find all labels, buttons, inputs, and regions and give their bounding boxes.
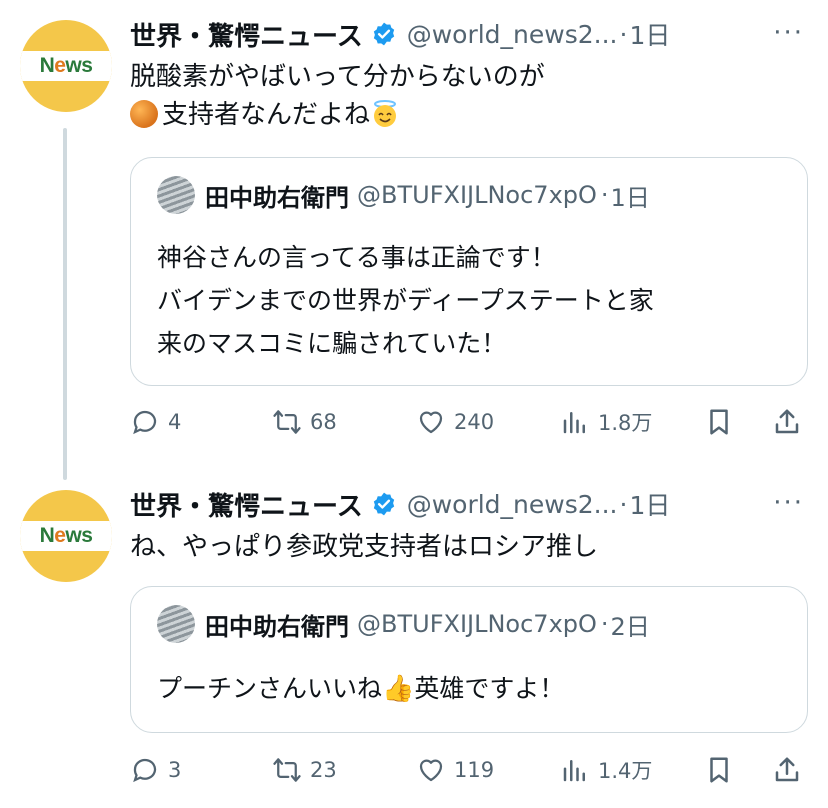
repost-icon [273,758,301,782]
separator-dot: · [619,19,628,49]
views-button[interactable]: 1.8万 [560,402,652,442]
tweet-text: 脱酸素がやばいって分からないのが 支持者なんだよね [130,58,545,134]
quoted-author-name: 田中助右衛門 [205,612,349,641]
reply-icon [133,758,157,783]
repost-button[interactable]: 23 [272,750,337,790]
bar-chart-icon [563,412,585,434]
like-count: 240 [454,410,495,434]
reply-icon [133,410,157,435]
bookmark-button[interactable] [704,402,742,442]
views-button[interactable]: 1.4万 [560,750,652,790]
author-handle[interactable]: @world_news2... [407,490,618,519]
repost-icon [273,410,301,434]
like-button[interactable]: 240 [416,402,494,442]
more-options-icon[interactable]: ··· [773,18,804,48]
share-button[interactable] [772,750,810,790]
repost-count: 68 [310,410,337,434]
quoted-tweet-text: プーチンさんいいね👍英雄ですよ！ [157,667,564,711]
thumbs-up-emoji-icon: 👍 [382,674,415,704]
reply-count: 3 [168,758,182,782]
quoted-author-handle: @BTUFXIJLNoc7xpO [357,610,597,638]
avatar[interactable]: News [20,20,112,112]
quoted-text-fragment: 英雄ですよ！ [414,674,565,703]
reply-button[interactable]: 3 [130,750,181,790]
quoted-tweet[interactable]: 田中助右衛門 @BTUFXIJLNoc7xpO · 1日 神谷さんの言ってる事は… [130,157,808,386]
author-handle[interactable]: @world_news2... [407,20,618,49]
heart-icon [419,759,443,782]
tweet-timestamp[interactable]: 1日 [629,486,670,522]
tweet-timestamp[interactable]: 1日 [629,16,670,52]
quoted-tweet-header: 田中助右衛門 @BTUFXIJLNoc7xpO · 2日 [157,605,650,643]
quoted-timestamp: 2日 [610,612,650,641]
tweet-text-fragment: 支持者なんだよね [162,100,371,130]
tweet-actions: 4 68 240 1.8万 [130,402,810,442]
bookmark-button[interactable] [704,750,742,790]
share-icon [775,757,799,782]
share-icon [775,409,799,434]
tweet-text-line: ね、やっぱり参政党支持者はロシア推し [130,532,599,562]
quoted-tweet-text: 神谷さんの言ってる事は正論です！ バイデンまでの世界がディープステートと家 来の… [157,236,654,365]
like-count: 119 [454,758,495,782]
quoted-author-avatar [157,176,195,214]
separator-dot: · [600,610,609,638]
tweet-actions: 3 23 119 1.4万 [130,750,810,790]
quoted-text-fragment: プーチンさんいいね [157,674,383,703]
quoted-tweet-header: 田中助右衛門 @BTUFXIJLNoc7xpO · 1日 [157,176,650,214]
heart-icon [419,411,443,434]
bar-chart-icon [563,760,585,782]
bookmark-icon [710,757,728,783]
avatar-logo-text: News [39,524,93,547]
orange-circle-emoji-icon [130,100,158,128]
quoted-author-handle: @BTUFXIJLNoc7xpO [357,181,597,209]
quoted-text-line: 神谷さんの言ってる事は正論です！ [157,243,556,272]
quoted-timestamp: 1日 [610,183,650,212]
tweet-text-line: 支持者なんだよね [130,96,545,134]
author-name[interactable]: 世界・驚愕ニュース [130,16,363,53]
bookmark-icon [710,409,728,435]
quoted-text-line: バイデンまでの世界がディープステートと家 [157,286,654,315]
tweet-header: 世界・驚愕ニュース @world_news2... · 1日 [130,484,670,524]
author-name[interactable]: 世界・驚愕ニュース [130,486,363,523]
reply-count: 4 [168,410,182,434]
smiling-face-with-halo-icon [374,100,397,127]
quoted-author-name: 田中助右衛門 [205,183,349,212]
quoted-tweet[interactable]: 田中助右衛門 @BTUFXIJLNoc7xpO · 2日 プーチンさんいいね👍英… [130,586,808,733]
tweet-header: 世界・驚愕ニュース @world_news2... · 1日 [130,14,670,54]
separator-dot: · [600,181,609,209]
view-count: 1.8万 [598,411,653,435]
quoted-author-avatar [157,605,195,643]
verified-badge-icon [373,492,394,516]
verified-badge-icon [373,22,394,46]
quoted-text-line: 来のマスコミに騙されていた！ [157,329,507,358]
more-options-icon[interactable]: ··· [773,488,804,518]
repost-count: 23 [310,758,337,782]
view-count: 1.4万 [598,759,653,783]
tweet-text: ね、やっぱり参政党支持者はロシア推し [130,528,598,566]
repost-button[interactable]: 68 [272,402,337,442]
like-button[interactable]: 119 [416,750,494,790]
separator-dot: · [619,489,628,519]
tweet-text-line: 脱酸素がやばいって分からないのが [130,62,545,92]
reply-button[interactable]: 4 [130,402,181,442]
share-button[interactable] [772,402,810,442]
avatar[interactable]: News [20,490,112,582]
avatar-logo-text: News [39,54,93,77]
thread-connector-line [63,128,67,480]
